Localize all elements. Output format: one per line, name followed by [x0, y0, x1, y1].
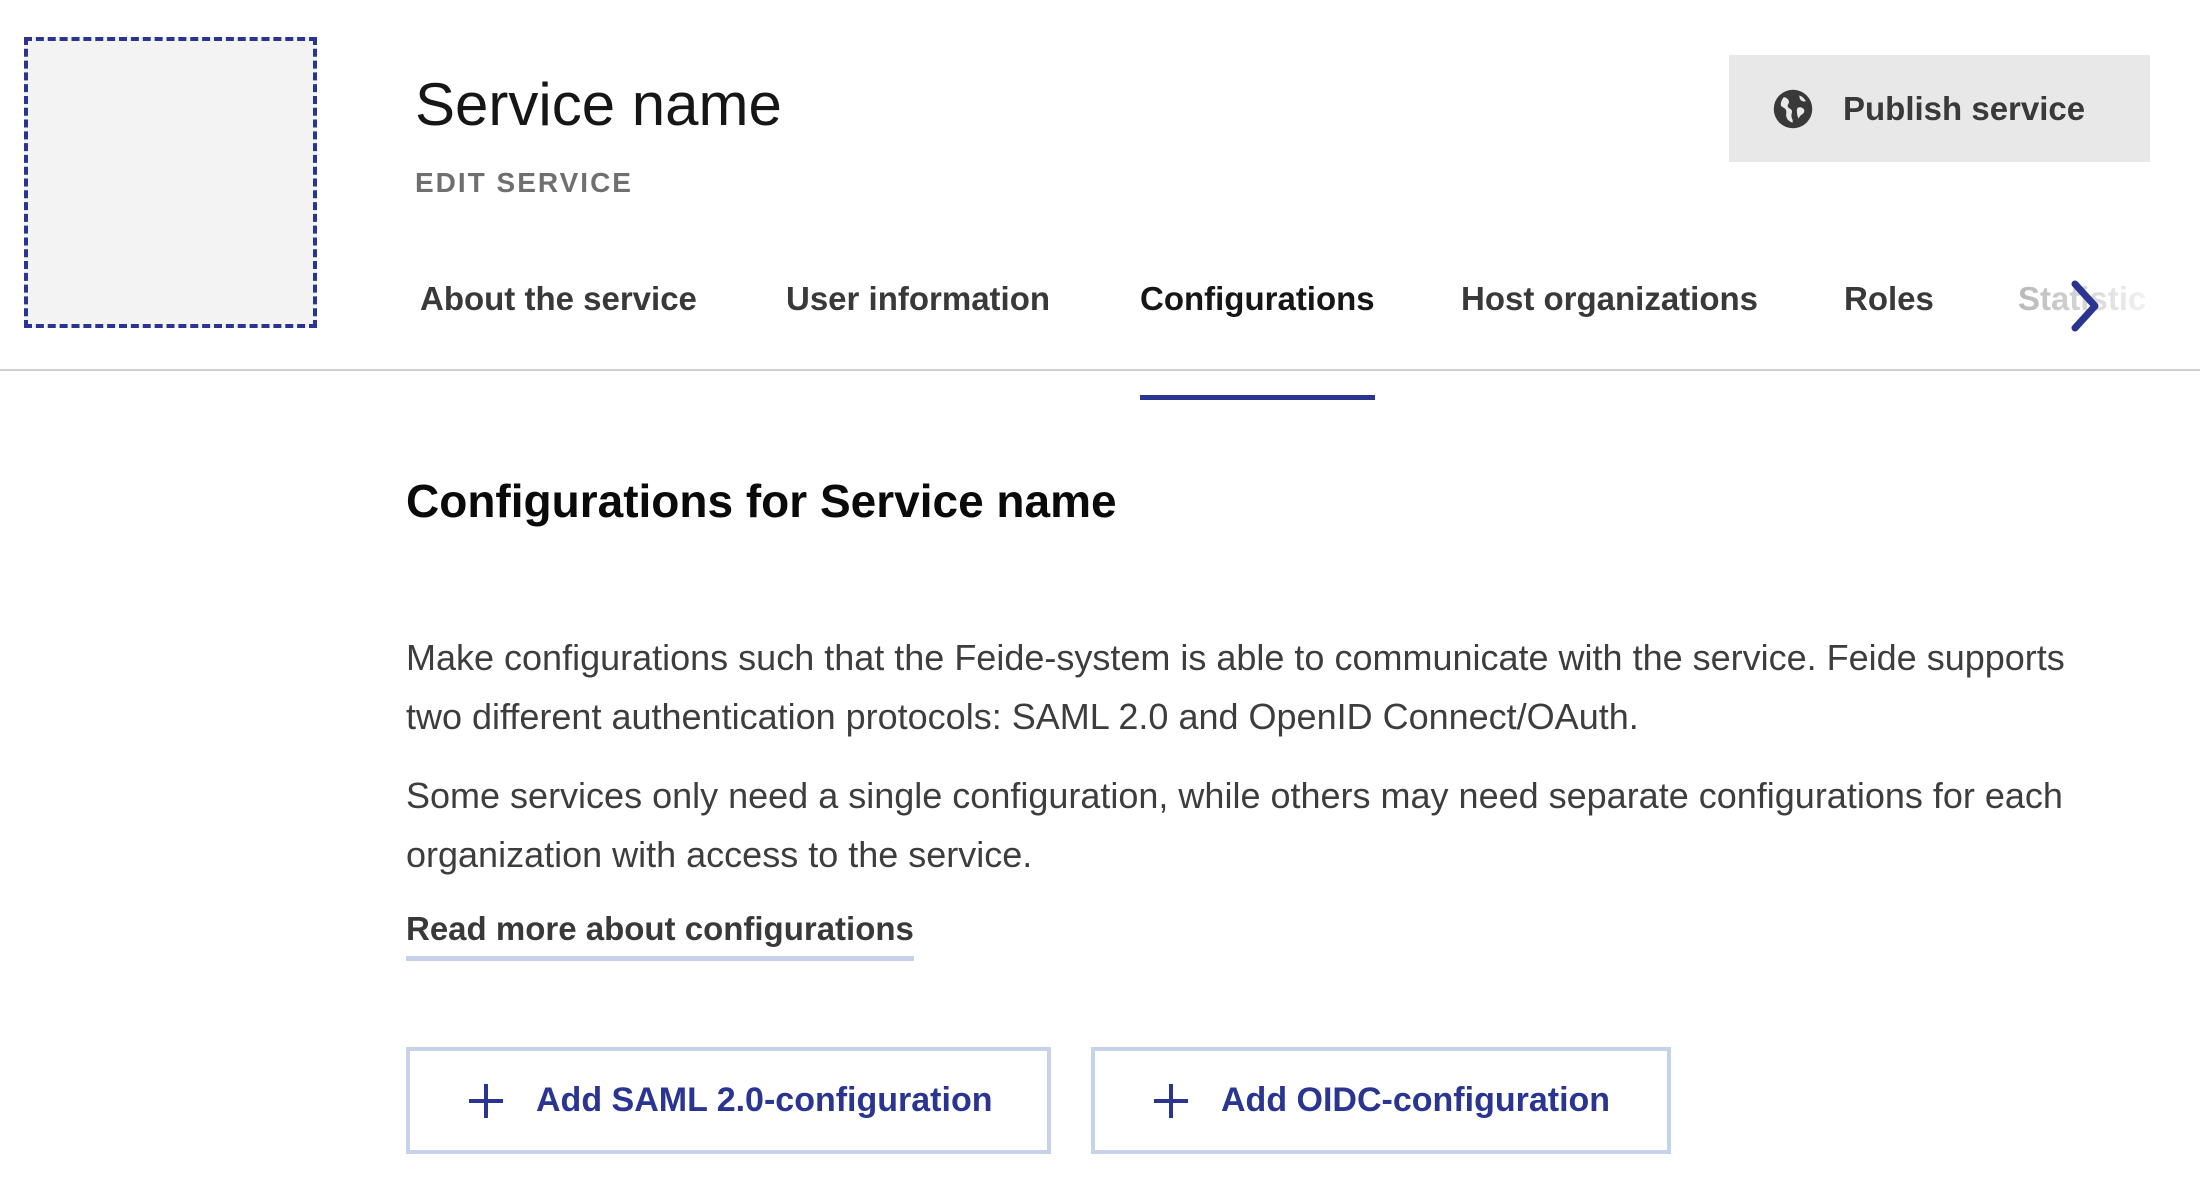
- page-subtitle: EDIT SERVICE: [415, 167, 633, 198]
- add-oidc-label: Add OIDC-configuration: [1221, 1081, 1611, 1119]
- configurations-heading: Configurations for Service name: [406, 475, 1117, 527]
- publish-service-label: Publish service: [1843, 89, 2086, 127]
- intro-paragraph: Make configurations such that the Feide-…: [406, 637, 2065, 737]
- chevron-right-icon: [2067, 278, 2103, 339]
- tab-roles[interactable]: Roles: [1844, 280, 1934, 370]
- add-saml-configuration-button[interactable]: Add SAML 2.0-configuration: [406, 1047, 1051, 1154]
- globe-icon: [1771, 87, 1815, 131]
- add-oidc-configuration-button[interactable]: Add OIDC-configuration: [1091, 1047, 1671, 1154]
- tab-bar: About the service User information Confi…: [0, 250, 2200, 400]
- publish-service-button[interactable]: Publish service: [1729, 55, 2150, 162]
- page-title: Service name: [415, 71, 782, 138]
- read-more-link[interactable]: Read more about configurations: [406, 910, 914, 961]
- details-paragraph: Some services only need a single configu…: [406, 775, 2063, 875]
- add-saml-label: Add SAML 2.0-configuration: [536, 1081, 993, 1119]
- page: Service name EDIT SERVICE Publish servic…: [0, 0, 2200, 1188]
- tab-scroll-right-button[interactable]: [2058, 268, 2112, 348]
- tab-about-the-service[interactable]: About the service: [420, 280, 697, 370]
- plus-icon: [466, 1081, 506, 1121]
- tab-host-organizations[interactable]: Host organizations: [1461, 280, 1758, 370]
- tab-configurations[interactable]: Configurations: [1140, 280, 1375, 400]
- tab-user-information[interactable]: User information: [786, 280, 1050, 370]
- plus-icon: [1151, 1081, 1191, 1121]
